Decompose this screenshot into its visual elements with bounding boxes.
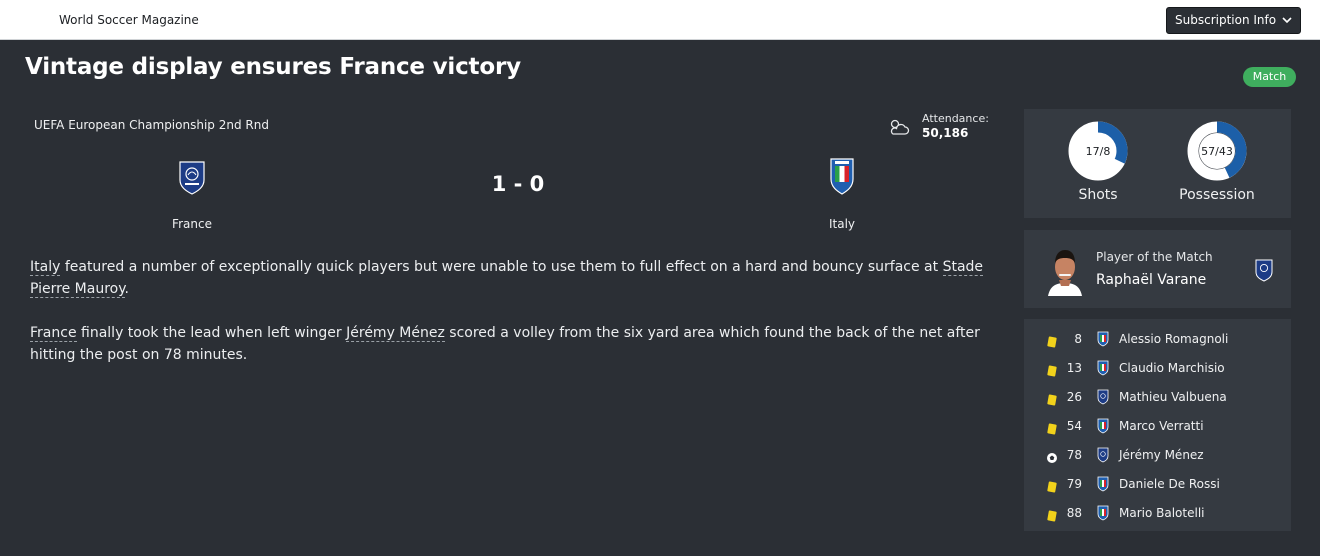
home-team-name[interactable]: France [132, 217, 252, 231]
event-player-name[interactable]: Claudio Marchisio [1119, 361, 1225, 375]
away-team-name[interactable]: Italy [782, 217, 902, 231]
match-stats-panel: 17/8 Shots 57/43 Possession [1024, 109, 1291, 218]
yellow-card-icon [1046, 507, 1058, 522]
yellow-card-icon [1046, 333, 1058, 348]
france-crest-icon [1097, 447, 1109, 463]
attendance-label: Attendance: [922, 112, 989, 125]
yellow-card-icon [1046, 362, 1058, 377]
italy-crest-icon [1097, 418, 1109, 434]
event-player-name[interactable]: Alessio Romagnoli [1119, 332, 1228, 346]
possession-label: Possession [1179, 187, 1255, 203]
subscription-info-label: Subscription Info [1175, 13, 1277, 27]
event-minute: 88 [1066, 506, 1082, 520]
team-link-italy[interactable]: Italy [30, 259, 61, 276]
event-row[interactable]: 54 Marco Verratti [1024, 412, 1291, 441]
potm-title: Player of the Match [1096, 250, 1213, 264]
possession-value: 57/43 [1201, 145, 1233, 158]
story-text: . [124, 281, 129, 297]
yellow-card-icon [1046, 420, 1058, 435]
player-link-menez[interactable]: Jérémy Ménez [346, 325, 445, 342]
event-row[interactable]: 13 Claudio Marchisio [1024, 354, 1291, 383]
event-row[interactable]: 88 Mario Balotelli [1024, 499, 1291, 528]
event-row[interactable]: 79 Daniele De Rossi [1024, 470, 1291, 499]
match-events-panel: 8 Alessio Romagnoli 13 Claudio Marchisio 26 M… [1024, 319, 1291, 531]
shots-value: 17/8 [1085, 145, 1111, 158]
yellow-card-icon [1046, 478, 1058, 493]
event-player-name[interactable]: Jérémy Ménez [1119, 448, 1204, 462]
event-player-name[interactable]: Daniele De Rossi [1119, 477, 1220, 491]
player-avatar[interactable] [1044, 244, 1086, 296]
match-score: 1 - 0 [491, 172, 545, 196]
subscription-info-dropdown[interactable]: Subscription Info [1166, 7, 1301, 34]
potm-player-name[interactable]: Raphaël Varane [1096, 272, 1206, 288]
yellow-card-icon [1046, 391, 1058, 406]
chevron-down-icon [1282, 8, 1292, 42]
italy-crest-icon [1097, 331, 1109, 347]
cloudy-weather-icon [888, 117, 910, 137]
story-paragraph-2: France finally took the lead when left w… [30, 322, 1010, 366]
category-badge: Match [1243, 67, 1296, 87]
publication-title: World Soccer Magazine [59, 13, 199, 27]
italy-crest-icon [1097, 505, 1109, 521]
story-paragraph-1: Italy featured a number of exceptionally… [30, 256, 1010, 300]
player-of-the-match-panel[interactable]: Player of the Match Raphaël Varane [1024, 230, 1291, 308]
italy-crest-icon [1097, 476, 1109, 492]
event-minute: 78 [1066, 448, 1082, 462]
team-link-france[interactable]: France [30, 325, 77, 342]
event-row[interactable]: 26 Mathieu Valbuena [1024, 383, 1291, 412]
france-crest-icon [1255, 258, 1273, 282]
story-text: finally took the lead when left winger [76, 325, 347, 341]
article-headline: Vintage display ensures France victory [25, 54, 521, 80]
france-crest-icon [1097, 389, 1109, 405]
shots-label: Shots [1078, 187, 1118, 203]
event-minute: 79 [1066, 477, 1082, 491]
event-minute: 26 [1066, 390, 1082, 404]
event-minute: 13 [1066, 361, 1082, 375]
story-text: featured a number of exceptionally quick… [60, 259, 943, 275]
event-player-name[interactable]: Mathieu Valbuena [1119, 390, 1227, 404]
attendance-value: 50,186 [922, 126, 969, 140]
event-minute: 54 [1066, 419, 1082, 433]
competition-name: UEFA European Championship 2nd Rnd [34, 118, 269, 132]
france-crest-icon[interactable] [178, 159, 206, 195]
italy-crest-icon[interactable] [829, 157, 855, 195]
event-row[interactable]: 8 Alessio Romagnoli [1024, 325, 1291, 354]
event-player-name[interactable]: Marco Verratti [1119, 419, 1204, 433]
event-player-name[interactable]: Mario Balotelli [1119, 506, 1204, 520]
top-bar: World Soccer Magazine Subscription Info [0, 0, 1320, 40]
football-icon [1046, 449, 1058, 463]
italy-crest-icon [1097, 360, 1109, 376]
event-row[interactable]: 78 Jérémy Ménez [1024, 441, 1291, 470]
event-minute: 8 [1074, 332, 1082, 346]
